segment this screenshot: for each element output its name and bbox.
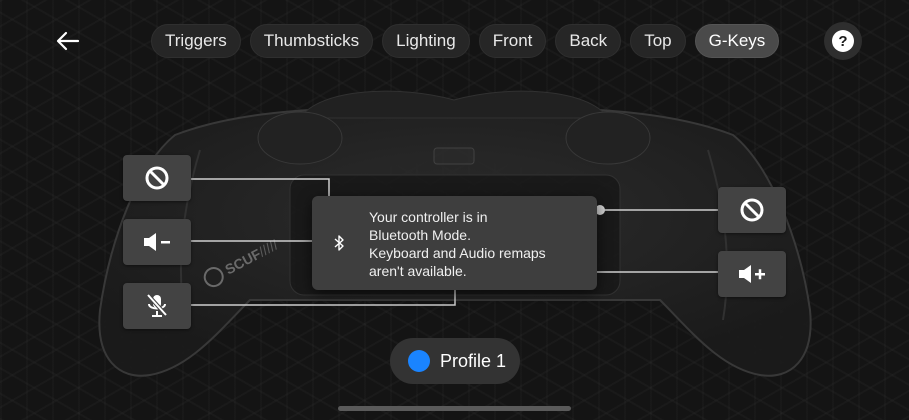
g-key-right-top[interactable] <box>718 187 786 233</box>
no-symbol-icon <box>145 166 169 190</box>
top-bar: Triggers Thumbsticks Lighting Front Back… <box>0 0 909 84</box>
line-left-bottom <box>191 290 456 306</box>
tab-lighting[interactable]: Lighting <box>382 24 470 58</box>
back-button[interactable] <box>50 24 86 58</box>
g-key-left-bottom[interactable] <box>123 283 191 329</box>
tab-triggers[interactable]: Triggers <box>151 24 241 58</box>
help-button[interactable]: ? <box>824 22 862 60</box>
mic-mute-icon <box>146 293 168 317</box>
profile-selector[interactable]: Profile 1 <box>390 338 520 384</box>
volume-up-icon <box>739 265 765 283</box>
bluetooth-mode-toast: Your controller is in Bluetooth Mode. Ke… <box>312 196 597 290</box>
tab-g-keys[interactable]: G-Keys <box>694 24 780 58</box>
tab-bar: Triggers Thumbsticks Lighting Front Back… <box>151 24 780 58</box>
g-key-left-middle[interactable] <box>123 219 191 265</box>
home-indicator[interactable] <box>338 406 571 411</box>
volume-down-icon <box>144 233 170 251</box>
question-icon: ? <box>832 30 854 52</box>
line-left-top <box>191 178 330 196</box>
toast-message: Your controller is in Bluetooth Mode. Ke… <box>369 209 546 279</box>
tab-front[interactable]: Front <box>478 24 547 58</box>
tab-back[interactable]: Back <box>555 24 622 58</box>
arrow-left-icon <box>56 31 80 51</box>
g-key-left-top[interactable] <box>123 155 191 201</box>
profile-color-dot <box>408 350 430 372</box>
bluetooth-icon <box>334 235 344 251</box>
g-key-right-bottom[interactable] <box>718 251 786 297</box>
no-symbol-icon <box>740 198 764 222</box>
tab-thumbsticks[interactable]: Thumbsticks <box>249 24 374 58</box>
tab-top[interactable]: Top <box>630 24 686 58</box>
profile-label: Profile 1 <box>440 350 507 371</box>
